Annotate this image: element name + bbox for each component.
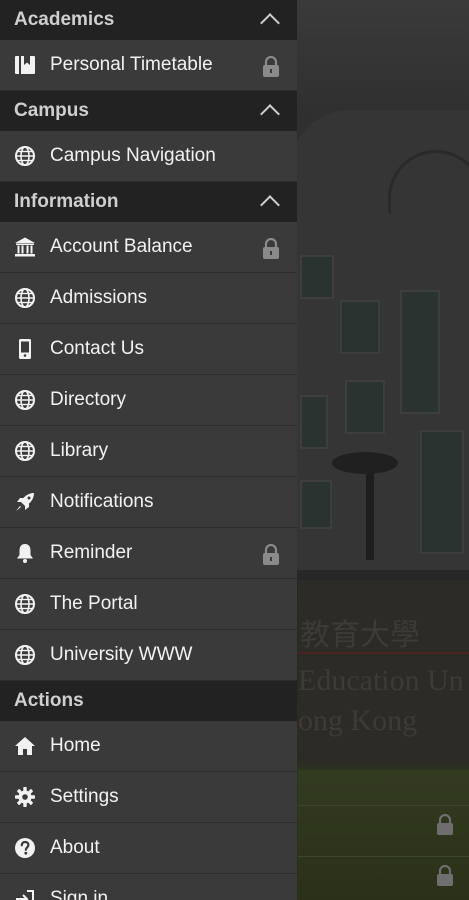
menu-item-sign-in[interactable]: Sign in: [0, 874, 297, 900]
chevron-up-icon[interactable]: [260, 13, 280, 33]
menu-item-label: Account Balance: [50, 236, 193, 257]
menu-item-label: Sign in: [50, 888, 109, 900]
menu-item-the-portal[interactable]: The Portal: [0, 579, 297, 630]
menu-item-library[interactable]: Library: [0, 426, 297, 477]
section-header-campus[interactable]: Campus: [0, 91, 297, 131]
menu-item-campus-navigation[interactable]: Campus Navigation: [0, 131, 297, 182]
background-window: [420, 430, 464, 554]
background-sign-english-line1: Education Un: [298, 664, 464, 697]
phone-icon: [14, 338, 36, 360]
menu-item-contact-us[interactable]: Contact Us: [0, 324, 297, 375]
globe-icon: [14, 287, 36, 309]
menu-item-settings[interactable]: Settings: [0, 772, 297, 823]
menu-item-label: About: [50, 837, 100, 858]
gear-icon: [14, 786, 36, 808]
section-header-information[interactable]: Information: [0, 182, 297, 222]
section-title: Information: [14, 191, 119, 212]
background-window: [345, 380, 385, 434]
menu-item-label: Contact Us: [50, 338, 144, 359]
navigation-drawer: Academics Personal Timetable Campus Camp…: [0, 0, 297, 900]
menu-item-about[interactable]: About: [0, 823, 297, 874]
background-window: [300, 395, 328, 449]
globe-icon: [14, 593, 36, 615]
menu-item-label: Reminder: [50, 542, 133, 563]
menu-item-label: Home: [50, 735, 101, 756]
chevron-up-icon[interactable]: [260, 195, 280, 215]
menu-item-admissions[interactable]: Admissions: [0, 273, 297, 324]
lock-icon: [262, 237, 280, 265]
section-title: Actions: [14, 690, 84, 711]
menu-item-label: Campus Navigation: [50, 145, 216, 166]
menu-item-label: Personal Timetable: [50, 54, 213, 75]
globe-icon: [14, 440, 36, 462]
menu-item-label: The Portal: [50, 593, 138, 614]
sign-in-icon: [14, 888, 36, 900]
home-icon: [14, 735, 36, 757]
globe-icon: [14, 145, 36, 167]
menu-item-account-balance[interactable]: Account Balance: [0, 222, 297, 273]
background-sign-chinese: 教育大學: [300, 618, 420, 653]
menu-item-label: Notifications: [50, 491, 154, 512]
help-icon: [14, 837, 36, 859]
background-row-divider: [298, 805, 469, 806]
bank-icon: [14, 236, 36, 258]
menu-item-directory[interactable]: Directory: [0, 375, 297, 426]
lock-icon: [437, 814, 453, 835]
menu-item-university-www[interactable]: University WWW: [0, 630, 297, 681]
globe-icon: [14, 644, 36, 666]
menu-item-personal-timetable[interactable]: Personal Timetable: [0, 40, 297, 91]
section-title: Campus: [14, 100, 89, 121]
background-window: [340, 300, 380, 354]
menu-item-reminder[interactable]: Reminder: [0, 528, 297, 579]
background-window: [400, 290, 440, 414]
background-row-divider: [298, 856, 469, 857]
background-window: [300, 255, 334, 299]
book-icon: [14, 54, 36, 76]
chevron-up-icon[interactable]: [260, 104, 280, 124]
lock-icon: [262, 543, 280, 571]
section-title: Academics: [14, 9, 115, 30]
bell-icon: [14, 542, 36, 564]
background-lamp-head: [332, 452, 398, 474]
menu-item-label: Library: [50, 440, 109, 461]
menu-item-home[interactable]: Home: [0, 721, 297, 772]
menu-item-label: Directory: [50, 389, 127, 410]
background-sign-english-line2: ong Kong: [298, 704, 418, 737]
globe-icon: [14, 389, 36, 411]
lock-icon: [437, 865, 453, 886]
section-header-actions: Actions: [0, 681, 297, 721]
menu-item-label: University WWW: [50, 644, 193, 665]
background-window: [300, 480, 332, 529]
background-lamp-pole: [366, 470, 374, 560]
menu-item-label: Settings: [50, 786, 119, 807]
section-header-academics[interactable]: Academics: [0, 0, 297, 40]
menu-item-notifications[interactable]: Notifications: [0, 477, 297, 528]
menu-item-label: Admissions: [50, 287, 148, 308]
rocket-icon: [14, 491, 36, 513]
lock-icon: [262, 55, 280, 83]
